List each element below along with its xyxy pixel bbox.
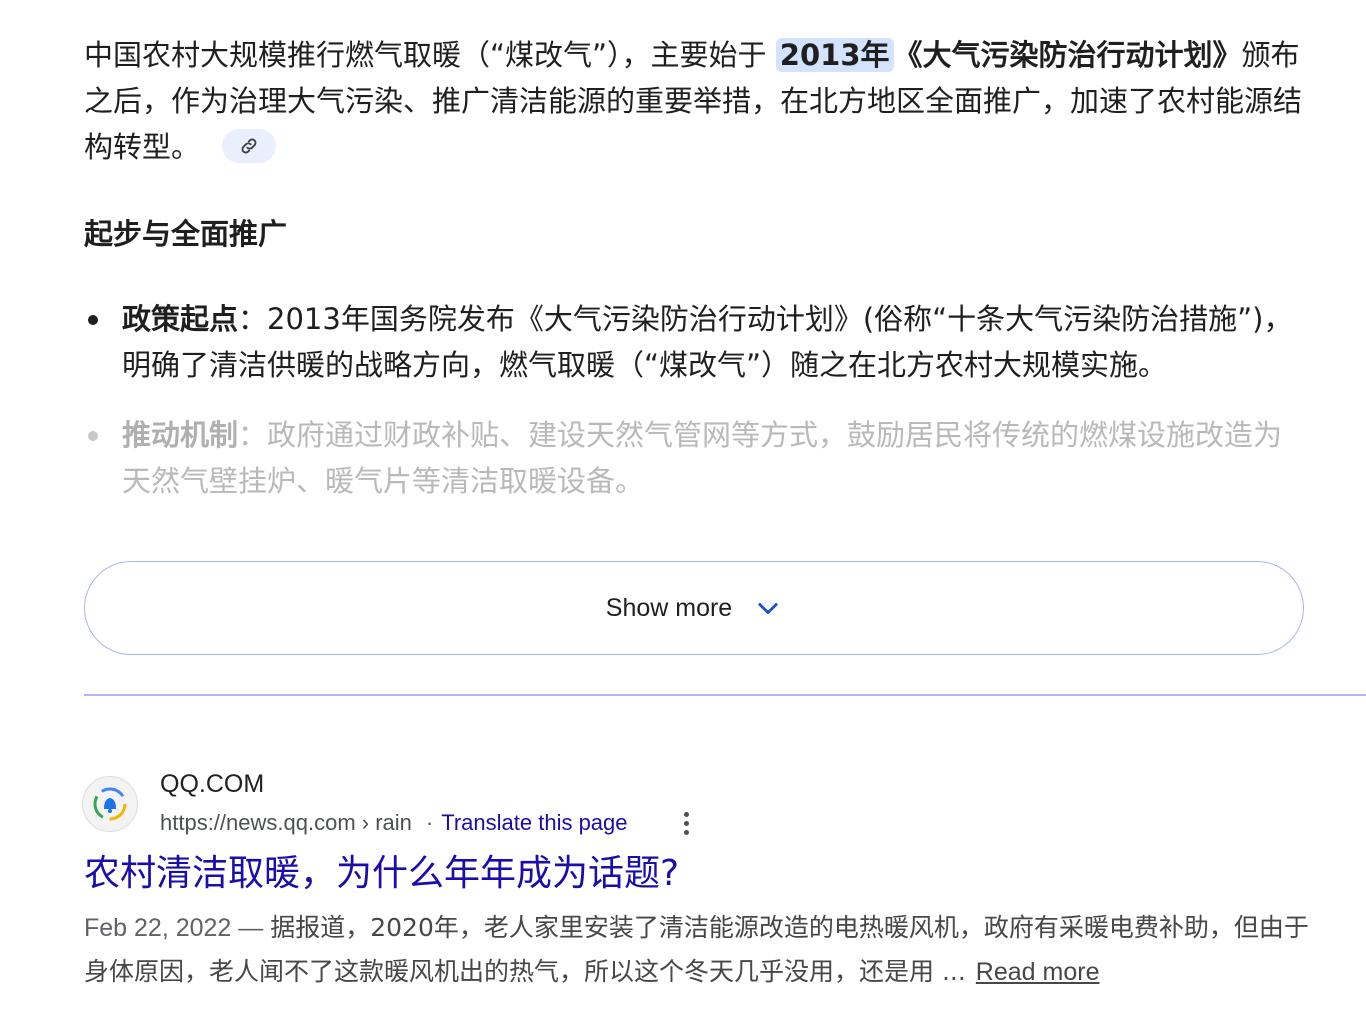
fade-overlay bbox=[84, 500, 1304, 560]
section-heading: 起步与全面推广 bbox=[84, 217, 288, 251]
bullet-title: 政策起点 bbox=[122, 302, 239, 336]
show-more-label: Show more bbox=[605, 593, 733, 622]
site-url[interactable]: https://news.qq.com › rain bbox=[160, 810, 412, 836]
list-item: 推动机制：政府通过财政补贴、建设天然气管网等方式，鼓励居民将传统的燃煤设施改造为… bbox=[84, 412, 1304, 504]
result-date: Feb 22, 2022 — bbox=[84, 914, 271, 942]
kebab-dot bbox=[683, 820, 689, 826]
site-name[interactable]: QQ.COM bbox=[160, 770, 264, 799]
ai-overview-intro: 中国农村大规模推行燃气取暖（“煤改气”），主要始于 2013年 《大气污染防治行动… bbox=[84, 32, 1304, 170]
link-icon bbox=[241, 138, 257, 154]
site-url-row: https://news.qq.com › rain · Translate t… bbox=[160, 808, 628, 838]
plan-name: 《大气污染防治行动计划》 bbox=[893, 38, 1242, 72]
bullet-list: 政策起点：2013年国务院发布《大气污染防治行动计划》(俗称“十条大气污染防治措… bbox=[84, 296, 1304, 528]
qq-bell-logo-icon[interactable] bbox=[82, 776, 138, 832]
favicon-graphic bbox=[93, 787, 127, 821]
kebab-dot bbox=[683, 829, 689, 835]
bullet-text: ：2013年国务院发布《大气污染防治行动计划》(俗称“十条大气污染防治措施”)，… bbox=[122, 302, 1293, 382]
translate-link[interactable]: Translate this page bbox=[441, 810, 627, 836]
bullet-title: 推动机制 bbox=[122, 418, 239, 452]
search-results-page: 中国农村大规模推行燃气取暖（“煤改气”），主要始于 2013年 《大气污染防治行动… bbox=[0, 0, 1366, 1026]
chevron-down-icon bbox=[758, 603, 778, 615]
result-title-link[interactable]: 农村清洁取暖，为什么年年成为话题? bbox=[84, 850, 679, 898]
read-more-link[interactable]: Read more bbox=[976, 958, 1100, 986]
kebab-menu-icon[interactable] bbox=[672, 808, 700, 838]
url-separator: · bbox=[425, 810, 434, 835]
bullet-text: ：政府通过财政补贴、建设天然气管网等方式，鼓励居民将传统的燃煤设施改造为天然气壁… bbox=[122, 418, 1283, 498]
bullet-dot bbox=[88, 431, 98, 441]
year-highlight: 2013年 bbox=[775, 38, 894, 72]
section-divider bbox=[84, 694, 1366, 696]
show-more-button[interactable]: Show more bbox=[84, 561, 1304, 655]
source-link-button[interactable] bbox=[222, 129, 277, 163]
intro-text-start: 中国农村大规模推行燃气取暖（“煤改气”），主要始于 bbox=[84, 38, 776, 72]
kebab-dot bbox=[683, 811, 689, 817]
list-item: 政策起点：2013年国务院发布《大气污染防治行动计划》(俗称“十条大气污染防治措… bbox=[84, 296, 1304, 388]
bullet-dot bbox=[88, 315, 98, 325]
result-snippet: Feb 22, 2022 — 据报道，2020年，老人家里安装了清洁能源改造的电… bbox=[84, 906, 1314, 994]
